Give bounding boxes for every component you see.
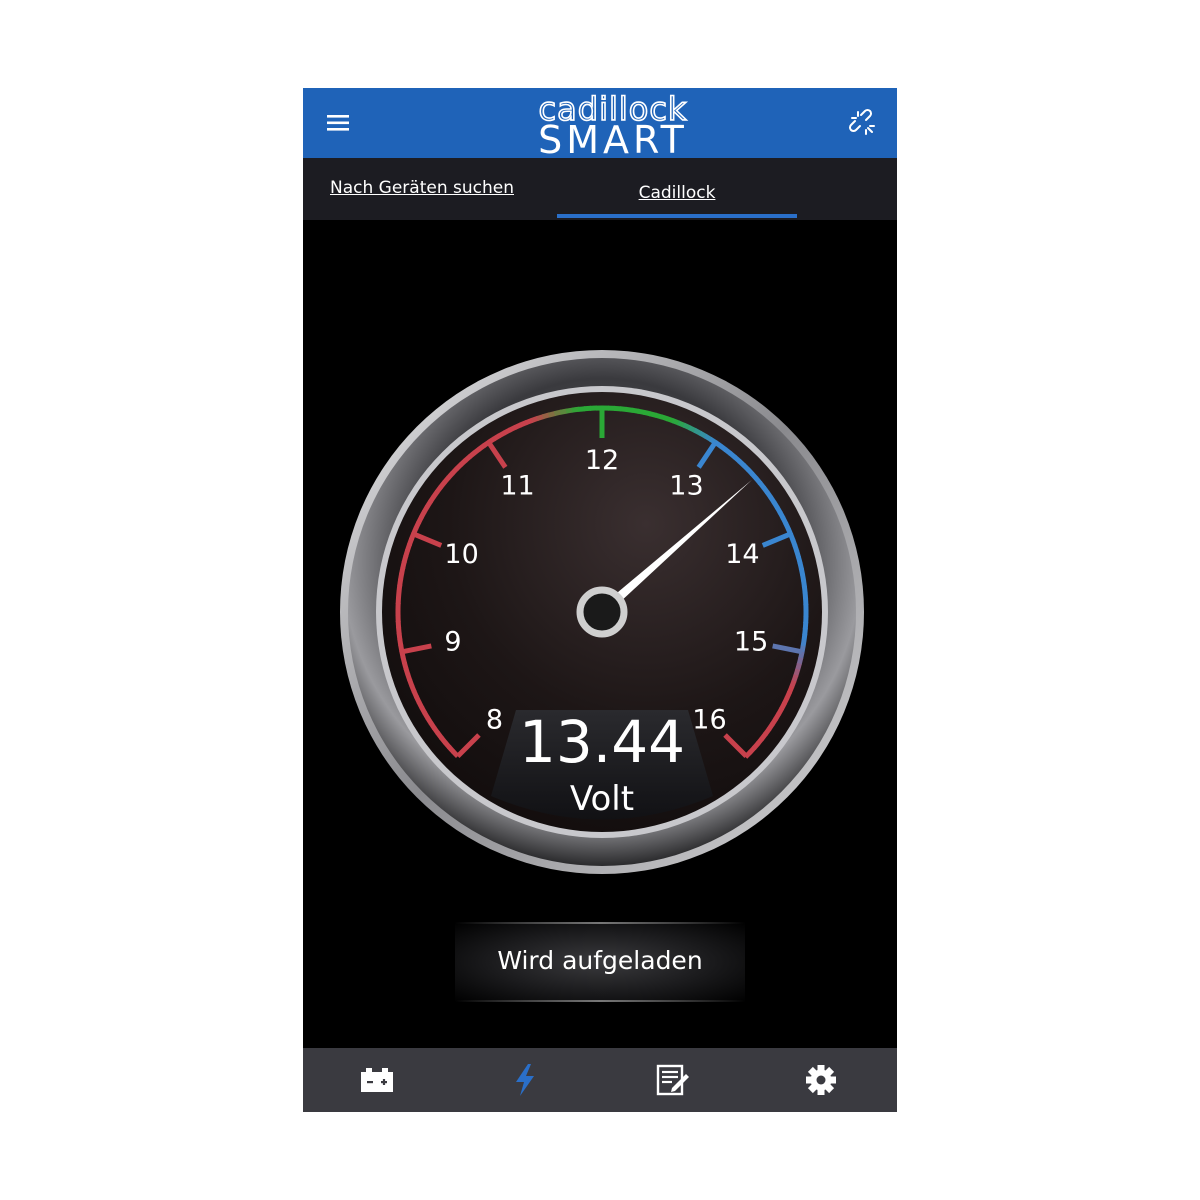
menu-button[interactable] <box>323 108 355 138</box>
broken-link-icon <box>848 108 875 135</box>
hamburger-menu-icon <box>327 115 349 131</box>
voltage-value: 13.44 <box>519 708 685 776</box>
lightning-icon <box>516 1064 534 1096</box>
bottom-navigation <box>303 1048 897 1112</box>
voltage-unit: Volt <box>570 779 634 819</box>
tab-bar: Nach Geräten suchen Cadillock <box>303 158 897 220</box>
nav-notes[interactable] <box>599 1048 747 1112</box>
gear-icon <box>806 1065 836 1095</box>
nav-battery[interactable] <box>303 1048 451 1112</box>
tick-label: 15 <box>734 627 768 658</box>
cadillock-smart-logo: cadillock SMART <box>538 90 688 158</box>
voltage-gauge: 8 9 10 11 12 13 14 15 16 13.44 Volt <box>340 350 864 874</box>
app-header: cadillock SMART <box>303 88 897 158</box>
nav-voltage[interactable] <box>451 1048 599 1112</box>
logo-line2: SMART <box>538 118 688 158</box>
tick-label: 13 <box>669 471 703 502</box>
active-tab-indicator <box>557 214 797 218</box>
tick-label: 9 <box>444 627 461 658</box>
charging-status: Wird aufgeladen <box>455 922 745 1002</box>
battery-icon <box>361 1068 393 1092</box>
tick-label: 8 <box>486 704 503 735</box>
tick-label: 14 <box>725 539 759 570</box>
connection-button[interactable] <box>847 107 879 139</box>
tick-label: 11 <box>500 471 534 502</box>
tab-device-search[interactable]: Nach Geräten suchen <box>330 158 560 220</box>
app-screen: cadillock SMART Nach Geräten suchen Cadi… <box>303 88 897 1112</box>
tab-cadillock[interactable]: Cadillock <box>557 158 797 220</box>
tick-label: 12 <box>585 445 619 476</box>
notes-icon <box>656 1064 689 1096</box>
tick-label: 16 <box>692 704 726 735</box>
needle-hub <box>576 586 628 638</box>
tick-label: 10 <box>444 539 478 570</box>
nav-settings[interactable] <box>747 1048 895 1112</box>
